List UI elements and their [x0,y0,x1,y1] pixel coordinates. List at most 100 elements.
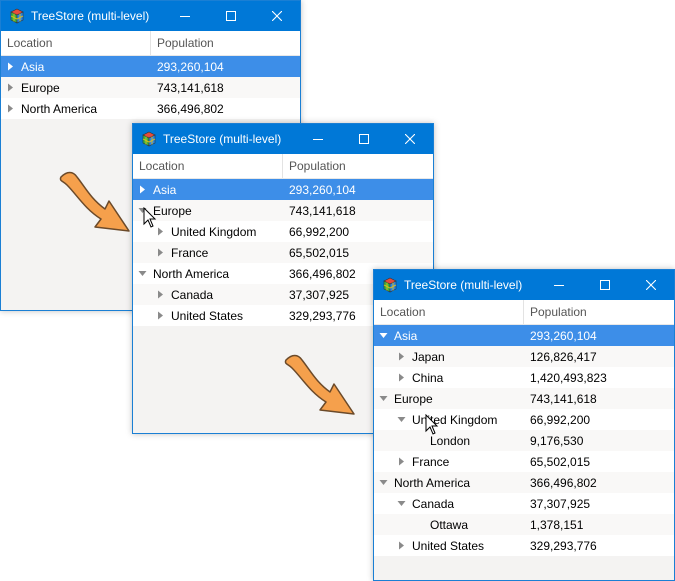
title-bar[interactable]: TreeStore (multi-level) [133,124,433,154]
close-button[interactable] [628,270,674,300]
close-button[interactable] [387,124,433,154]
location-label: Japan [412,349,445,364]
population-cell: 366,496,802 [289,266,356,281]
expander-collapsed-icon[interactable] [397,352,406,361]
tree-row[interactable]: Europe 743,141,618 [133,200,433,221]
location-cell: Europe [1,81,151,95]
tree-row[interactable]: Japan 126,826,417 [374,346,674,367]
population-cell: 366,496,802 [157,101,224,116]
tree-row[interactable]: United States 329,293,776 [374,535,674,556]
expander-collapsed-icon[interactable] [156,227,165,236]
expander-expanded-icon[interactable] [397,415,406,424]
expander-expanded-icon[interactable] [397,499,406,508]
population-cell: 65,502,015 [289,245,350,260]
location-label: North America [21,101,98,116]
location-label: North America [153,266,230,281]
population-cell: 37,307,925 [530,496,591,511]
tree-row[interactable]: Europe 743,141,618 [1,77,300,98]
tree-row[interactable]: North America 366,496,802 [374,472,674,493]
expander-collapsed-icon[interactable] [397,373,406,382]
population-cell: 293,260,104 [289,182,356,197]
maximize-button[interactable] [341,124,387,154]
population-cell: 1,378,151 [530,517,584,532]
location-label: France [171,245,209,260]
location-label: North America [394,475,471,490]
app-cube-icon [141,131,157,147]
location-cell: Japan [374,350,524,364]
population-cell: 293,260,104 [530,328,597,343]
tree-row[interactable]: France 65,502,015 [133,242,433,263]
location-cell: Asia [133,183,283,197]
tree-row[interactable]: France 65,502,015 [374,451,674,472]
column-header-population[interactable]: Population [151,31,214,55]
tree-row[interactable]: China 1,420,493,823 [374,367,674,388]
location-cell: China [374,371,524,385]
tree-row[interactable]: Ottawa 1,378,151 [374,514,674,535]
expander-collapsed-icon[interactable] [156,290,165,299]
tree-view[interactable]: Location Population Asia 293,260,104 Japan… [374,300,674,556]
location-label: Europe [21,80,60,95]
column-header-location[interactable]: Location [374,300,524,324]
tree-rows: Asia 293,260,104 Europe 743,141,618 North Am… [1,56,300,119]
minimize-button[interactable] [536,270,582,300]
tree-header: Location Population [1,31,300,56]
location-label: Asia [21,59,45,74]
location-cell: North America [133,267,283,281]
expander-collapsed-icon[interactable] [156,248,165,257]
location-label: Europe [394,391,433,406]
location-cell: United Kingdom [374,413,524,427]
location-label: United States [171,308,244,323]
column-header-population[interactable]: Population [283,154,346,178]
tree-row[interactable]: Asia 293,260,104 [133,179,433,200]
expander-collapsed-icon[interactable] [397,541,406,550]
tree-row[interactable]: United Kingdom 66,992,200 [133,221,433,242]
column-header-population[interactable]: Population [524,300,587,324]
empty-area [374,556,674,580]
tree-row[interactable]: United Kingdom 66,992,200 [374,409,674,430]
title-bar[interactable]: TreeStore (multi-level) [1,1,300,31]
location-label: Asia [394,328,418,343]
title-bar[interactable]: TreeStore (multi-level) [374,270,674,300]
tree-row[interactable]: Canada 37,307,925 [374,493,674,514]
location-label: China [412,370,444,385]
expander-collapsed-icon[interactable] [397,457,406,466]
close-button[interactable] [254,1,300,31]
column-header-location[interactable]: Location [133,154,283,178]
expander-expanded-icon[interactable] [379,478,388,487]
tree-row[interactable]: London 9,176,530 [374,430,674,451]
population-cell: 1,420,493,823 [530,370,607,385]
tree-view[interactable]: Location Population Asia 293,260,104 Europ… [1,31,300,119]
minimize-button[interactable] [295,124,341,154]
population-cell: 37,307,925 [289,287,350,302]
location-cell: France [374,455,524,469]
expander-collapsed-icon[interactable] [6,83,15,92]
expander-collapsed-icon[interactable] [6,62,15,71]
transition-arrow-icon [59,171,130,232]
tree-header: Location Population [374,300,674,325]
expander-expanded-icon[interactable] [138,269,147,278]
app-cube-icon [9,8,25,24]
location-label: United States [412,538,485,553]
expander-collapsed-icon[interactable] [138,185,147,194]
tree-row[interactable]: Asia 293,260,104 [1,56,300,77]
tree-row[interactable]: Asia 293,260,104 [374,325,674,346]
window-title: TreeStore (multi-level) [31,9,150,23]
expander-collapsed-icon[interactable] [6,104,15,113]
population-cell: 329,293,776 [530,538,597,553]
location-cell: Canada [133,288,283,302]
expander-expanded-icon[interactable] [379,331,388,340]
column-header-location[interactable]: Location [1,31,151,55]
expander-expanded-icon[interactable] [379,394,388,403]
minimize-button[interactable] [162,1,208,31]
tree-row[interactable]: North America 366,496,802 [1,98,300,119]
maximize-button[interactable] [208,1,254,31]
mouse-cursor-icon [143,207,157,228]
expander-collapsed-icon[interactable] [156,311,165,320]
location-label: Ottawa [430,517,469,532]
transition-arrow-icon [284,354,355,415]
tree-row[interactable]: Europe 743,141,618 [374,388,674,409]
location-cell: North America [374,476,524,490]
maximize-button[interactable] [582,270,628,300]
